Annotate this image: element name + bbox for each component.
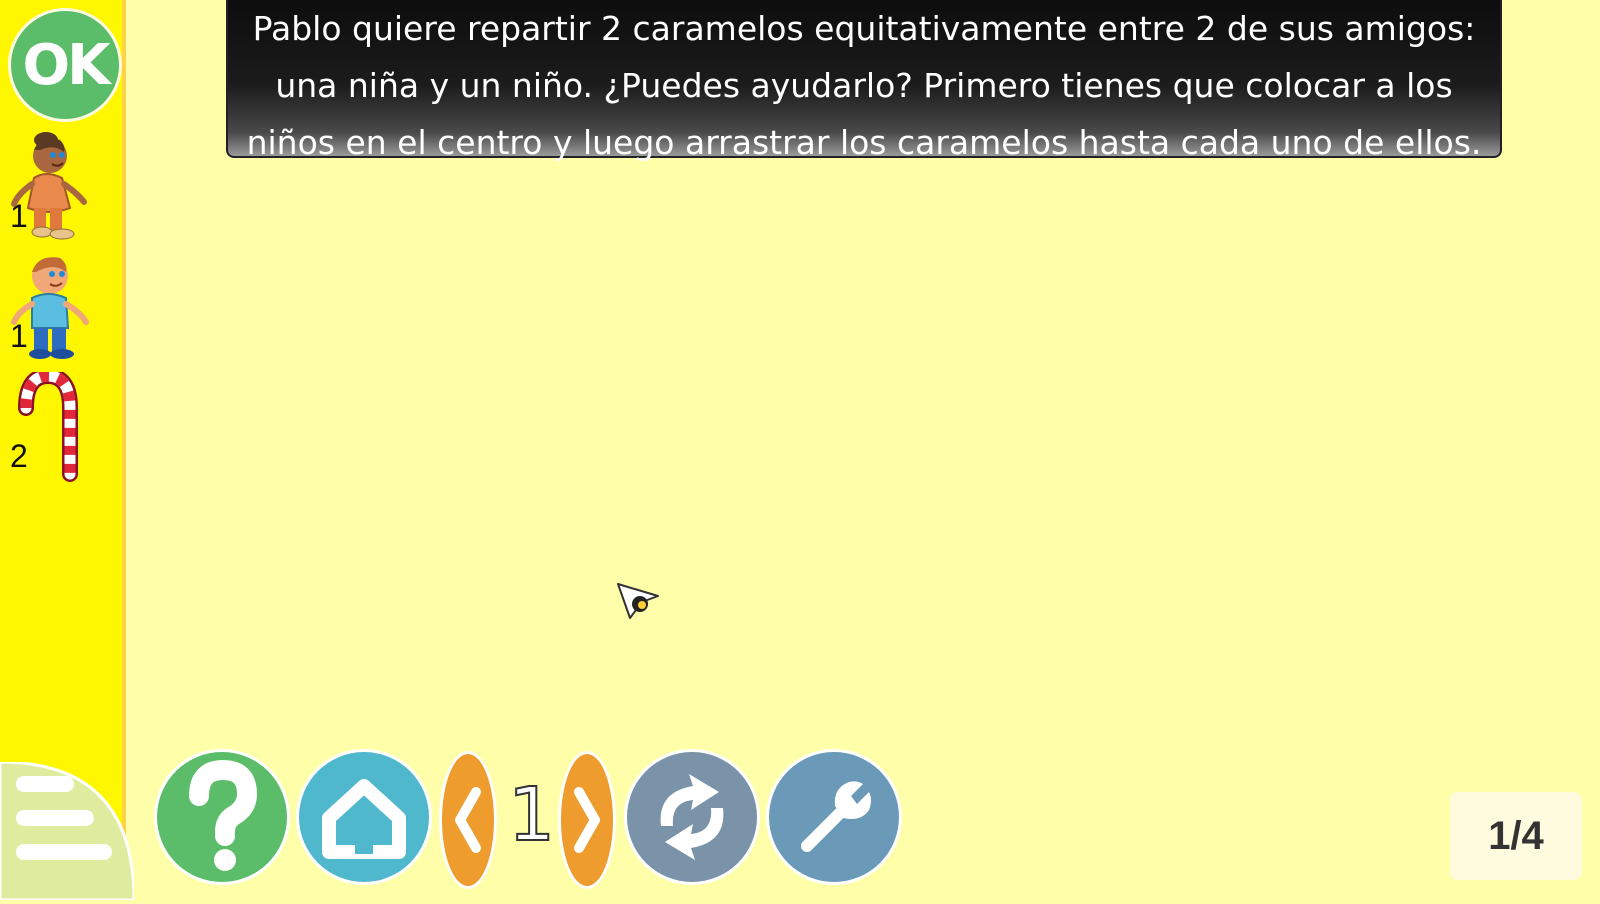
next-page-button[interactable] xyxy=(561,754,613,886)
settings-button[interactable] xyxy=(769,752,899,882)
chevron-left-icon xyxy=(455,787,481,853)
help-button[interactable] xyxy=(157,752,287,882)
menu-icon xyxy=(0,760,136,902)
instruction-text: Pablo quiere repartir 2 caramelos equita… xyxy=(246,9,1482,162)
progress-text: 1/4 xyxy=(1488,813,1544,858)
cursor-icon xyxy=(617,583,659,619)
palette-item-girl[interactable]: 1 xyxy=(0,128,126,244)
reload-button[interactable] xyxy=(627,752,757,882)
palette-count-boy: 1 xyxy=(10,318,28,354)
ok-button[interactable]: OK xyxy=(11,11,119,119)
palette-count-girl: 1 xyxy=(10,198,28,234)
palette-item-candy-cane[interactable]: 2 xyxy=(0,372,126,488)
wrench-icon xyxy=(801,781,871,852)
home-button[interactable] xyxy=(299,752,429,882)
question-icon xyxy=(189,759,258,871)
previous-page-button[interactable] xyxy=(442,754,494,886)
progress-indicator: 1/4 xyxy=(1450,792,1582,880)
home-icon xyxy=(322,779,406,859)
menu-button[interactable] xyxy=(0,760,136,902)
mouse-cursor xyxy=(616,582,662,632)
palette-item-boy[interactable]: 1 xyxy=(0,250,126,366)
refresh-icon xyxy=(660,774,724,860)
instruction-box: Pablo quiere repartir 2 caramelos equita… xyxy=(226,0,1502,162)
chevron-right-icon xyxy=(574,787,600,853)
page-number: 1 xyxy=(507,771,556,859)
palette-count-candy-cane: 2 xyxy=(10,438,28,474)
